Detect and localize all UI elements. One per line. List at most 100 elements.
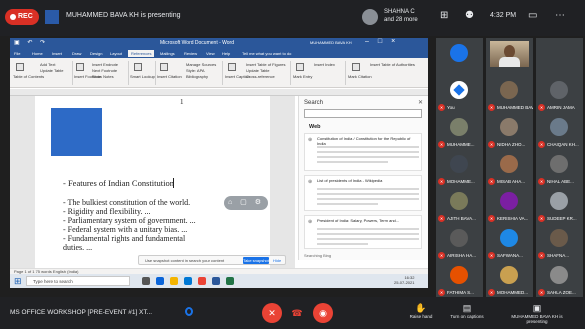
ribbon-bibliography[interactable]: Bibliography (186, 74, 208, 79)
participant-tile[interactable]: ✕ NIHAL ABE... (536, 149, 583, 187)
presenting-now-button[interactable]: ▣ MUHAMMED BAVA KH is presenting (502, 303, 572, 324)
floating-toolbar[interactable]: ⌂ ▢ ⚙ (224, 196, 268, 210)
doc-bullet[interactable]: - Fundamental rights and fundamental (63, 234, 185, 243)
ribbon-insert-citation[interactable]: Insert Citation (157, 74, 182, 79)
participant-tile[interactable] (436, 38, 483, 76)
doc-heading[interactable]: - Features of Indian Constitution (63, 178, 174, 188)
file-explorer-icon[interactable] (170, 277, 178, 285)
references-ribbon: Table of Contents Add Text Update Table … (10, 58, 428, 88)
people-icon[interactable]: ⚉ (465, 10, 474, 21)
participant-tile[interactable]: ✕ FATHIMA S... (436, 260, 483, 298)
tell-me-search[interactable]: Tell me what you want to do (242, 51, 291, 56)
layout-icon[interactable]: ⊞ (440, 10, 448, 21)
participant-tile[interactable]: ✕ MOHAMME... (436, 149, 483, 187)
windows-start-icon[interactable]: ⊞ (14, 276, 22, 287)
participant-tile[interactable]: ✕ MOHAMMED... (486, 260, 533, 298)
participant-tile[interactable]: ✕ SUDEEP KR... (536, 186, 583, 224)
participant-tile[interactable]: ✕ NIDHA ZHO... (486, 112, 533, 150)
participant-tile[interactable]: ✕ MISAB AHA... (486, 149, 533, 187)
doc-bullet[interactable]: duties. ... (63, 243, 92, 252)
ribbon-update-table-figures[interactable]: Update Table (246, 68, 270, 73)
toc-icon[interactable] (16, 63, 24, 71)
tab-design[interactable]: Design (90, 51, 102, 56)
taskbar-search[interactable]: Type here to search (26, 276, 130, 286)
ribbon-cross-reference[interactable]: Cross-reference (246, 74, 275, 79)
mic-off-button[interactable]: ✕ (262, 303, 282, 323)
ribbon-update-table[interactable]: Update Table (40, 68, 64, 73)
window-controls[interactable]: –□× (365, 38, 404, 45)
participant-tile[interactable]: ✕ AMRIN JAMA (536, 75, 583, 113)
search-result-card[interactable]: ⊕ Constitution of India / Constitution f… (304, 133, 422, 171)
hide-snapshot-button[interactable]: Hide (273, 258, 281, 263)
participant-tile[interactable]: ✕ SAFWANA... (486, 223, 533, 261)
ribbon-smart-lookup[interactable]: Smart Lookup (130, 74, 155, 79)
ribbon-insert-index[interactable]: Insert Index (314, 62, 335, 67)
participant-tile[interactable]: ✕ SHAFNA... (536, 223, 583, 261)
ribbon-add-text[interactable]: Add Text (40, 62, 56, 67)
close-icon[interactable]: ✕ (418, 99, 423, 106)
doc-bullet[interactable]: - The bulkiest constitution of the world… (63, 198, 190, 207)
participant-tile[interactable]: ✕ CHAIQAN KH... (536, 112, 583, 150)
participant-tile[interactable]: ✕MUHAMMED BAVA KH (486, 75, 533, 113)
take-snapshot-button[interactable]: Take snapshot (243, 257, 269, 264)
edge-icon[interactable] (156, 277, 164, 285)
ribbon-toc[interactable]: Table of Contents (13, 74, 44, 79)
raise-hand-button[interactable]: ✋ Raise hand (398, 303, 444, 319)
search-pane-input[interactable] (304, 109, 422, 118)
participant-tile[interactable]: ✕ MUHAMME... (436, 112, 483, 150)
text-cursor (173, 178, 174, 188)
leave-call-button[interactable]: ☎ (287, 303, 307, 323)
tab-mailings[interactable]: Mailings (160, 51, 175, 56)
camera-off-button[interactable]: ◉ (313, 303, 333, 323)
tab-layout[interactable]: Layout (110, 51, 122, 56)
footnote-icon[interactable] (76, 63, 84, 71)
task-view-icon[interactable] (142, 277, 150, 285)
smart-lookup-icon[interactable] (134, 63, 142, 71)
mark-citation-icon[interactable] (352, 63, 360, 71)
ribbon-table-of-authorities[interactable]: Insert Table of Authorities (370, 62, 415, 67)
tab-help[interactable]: Help (222, 51, 230, 56)
participant-tile[interactable]: ✕ You (436, 75, 483, 113)
participant-tile[interactable]: ✕ AJITH BAVA... (436, 186, 483, 224)
chat-icon[interactable]: ▭ (528, 10, 537, 21)
tab-review[interactable]: Review (184, 51, 197, 56)
caption-icon[interactable] (228, 63, 236, 71)
search-result-card[interactable]: ⊕ President of India: Salary, Powers, Te… (304, 215, 422, 249)
participant-tile[interactable]: ✕ KERISHIA VA... (486, 186, 533, 224)
ribbon-mark-entry[interactable]: Mark Entry (293, 74, 312, 79)
search-result-card[interactable]: ⊕ List of presidents of India - Wikipedi… (304, 175, 422, 211)
participant-tile[interactable] (486, 38, 533, 76)
meeting-info-icon[interactable] (185, 307, 193, 316)
word-app-icon[interactable] (212, 277, 220, 285)
ribbon-next-footnote[interactable]: Next Footnote (92, 68, 117, 73)
doc-bullet[interactable]: - Parliamentary system of government. ..… (63, 216, 196, 225)
store-icon[interactable] (184, 277, 192, 285)
tab-references[interactable]: References (128, 50, 155, 57)
activities-icon[interactable]: ⋯ (555, 10, 565, 21)
captions-button[interactable]: ▤ Turn on captions (444, 303, 490, 319)
participant-tile[interactable] (536, 38, 583, 76)
participant-tile[interactable]: ✕ SAHLA ZOE... (536, 260, 583, 298)
doc-bullet[interactable]: - Federal system with a unitary bias. ..… (63, 225, 187, 234)
ribbon-show-notes[interactable]: Show Notes (92, 74, 114, 79)
tab-home[interactable]: Home (32, 51, 43, 56)
quick-access-icons[interactable]: ▣ ↶ ↷ (14, 39, 48, 46)
excel-app-icon[interactable] (226, 277, 234, 285)
ribbon-mark-citation[interactable]: Mark Citation (348, 74, 372, 79)
document-page[interactable]: 1 - Features of Indian Constitution - Th… (35, 96, 270, 268)
ribbon-manage-sources[interactable]: Manage Sources (186, 62, 216, 67)
ribbon-table-of-figures[interactable]: Insert Table of Figures (246, 62, 286, 67)
doc-bullet[interactable]: - Rigidity and flexibility. ... (63, 207, 150, 216)
blue-rectangle-shape[interactable] (51, 108, 102, 156)
meeting-title[interactable]: MS OFFICE WORKSHOP [PRE-EVENT #1] XT... (10, 309, 152, 316)
tab-draw[interactable]: Draw (72, 51, 81, 56)
tab-insert[interactable]: Insert (52, 51, 62, 56)
tab-file[interactable]: File (14, 51, 20, 56)
ribbon-style-select[interactable]: Style: APA (186, 68, 205, 73)
chrome-icon[interactable] (198, 277, 206, 285)
participant-tile[interactable]: ✕ AIRISHA HA... (436, 223, 483, 261)
citation-icon[interactable] (160, 63, 168, 71)
mark-entry-icon[interactable] (296, 63, 304, 71)
tab-view[interactable]: View (206, 51, 215, 56)
ribbon-insert-endnote[interactable]: Insert Endnote (92, 62, 118, 67)
